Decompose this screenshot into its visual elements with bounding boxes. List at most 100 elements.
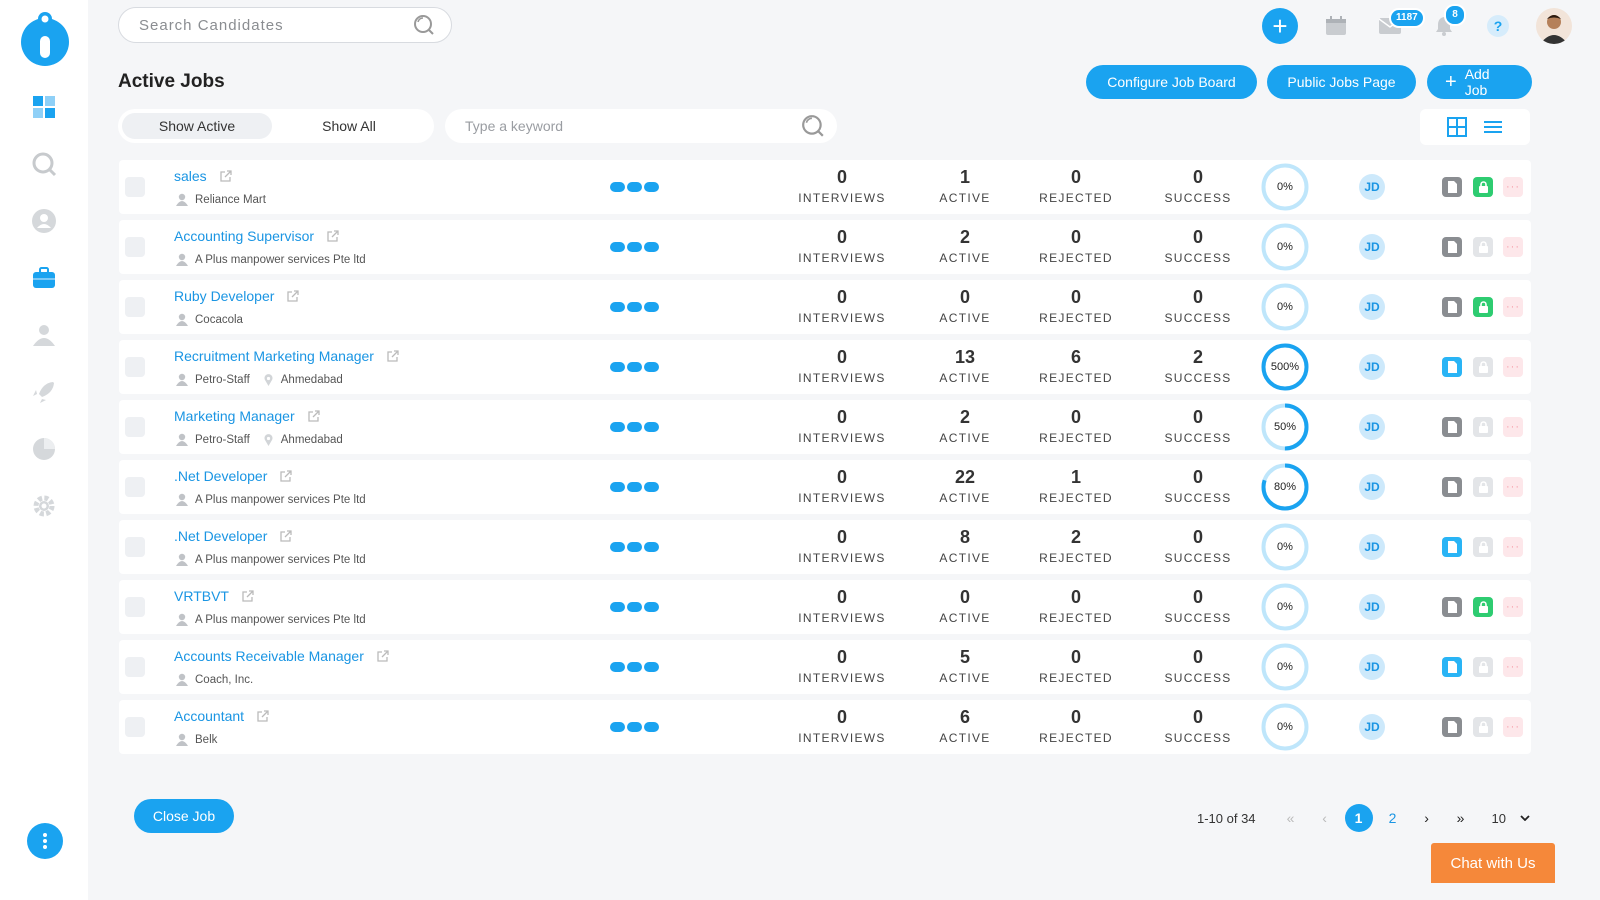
job-title-link[interactable]: Ruby Developer bbox=[174, 288, 300, 304]
page-1-button[interactable]: 1 bbox=[1344, 804, 1373, 832]
list-view-icon[interactable] bbox=[1483, 119, 1503, 135]
job-title-link[interactable]: sales bbox=[174, 168, 232, 184]
job-title[interactable]: Accounting Supervisor bbox=[174, 228, 314, 244]
last-page-button[interactable]: » bbox=[1447, 804, 1475, 832]
job-title[interactable]: sales bbox=[174, 168, 207, 184]
document-button[interactable] bbox=[1442, 537, 1462, 557]
external-link-icon[interactable] bbox=[219, 169, 232, 183]
document-button[interactable] bbox=[1442, 597, 1462, 617]
job-title[interactable]: .Net Developer bbox=[174, 528, 267, 544]
job-title[interactable]: Accountant bbox=[174, 708, 244, 724]
user-avatar[interactable] bbox=[1536, 8, 1572, 44]
pipeline-indicator[interactable] bbox=[610, 722, 659, 732]
keyword-search-input[interactable] bbox=[465, 118, 801, 134]
notification-bell-icon[interactable]: 8 bbox=[1428, 4, 1466, 42]
pipeline-indicator[interactable] bbox=[610, 542, 659, 552]
job-description-button[interactable]: JD bbox=[1359, 474, 1385, 500]
job-description-button[interactable]: JD bbox=[1359, 294, 1385, 320]
job-title-link[interactable]: VRTBVT bbox=[174, 588, 254, 604]
lock-button[interactable] bbox=[1473, 237, 1493, 257]
lock-button[interactable] bbox=[1473, 477, 1493, 497]
show-active-tab[interactable]: Show Active bbox=[122, 113, 272, 139]
lock-button[interactable] bbox=[1473, 537, 1493, 557]
lock-button[interactable] bbox=[1473, 177, 1493, 197]
settings-gear-icon[interactable] bbox=[30, 492, 58, 520]
external-link-icon[interactable] bbox=[307, 409, 320, 423]
row-more-button[interactable]: ··· bbox=[1503, 357, 1523, 377]
search-icon[interactable] bbox=[30, 150, 58, 178]
document-button[interactable] bbox=[1442, 297, 1462, 317]
prev-page-button[interactable]: ‹ bbox=[1311, 804, 1339, 832]
row-more-button[interactable]: ··· bbox=[1503, 177, 1523, 197]
document-button[interactable] bbox=[1442, 237, 1462, 257]
first-page-button[interactable]: « bbox=[1277, 804, 1305, 832]
pipeline-indicator[interactable] bbox=[610, 602, 659, 612]
pipeline-indicator[interactable] bbox=[610, 302, 659, 312]
job-description-button[interactable]: JD bbox=[1359, 174, 1385, 200]
job-description-button[interactable]: JD bbox=[1359, 654, 1385, 680]
document-button[interactable] bbox=[1442, 717, 1462, 737]
job-description-button[interactable]: JD bbox=[1359, 414, 1385, 440]
row-more-button[interactable]: ··· bbox=[1503, 477, 1523, 497]
pipeline-indicator[interactable] bbox=[610, 242, 659, 252]
row-checkbox[interactable] bbox=[125, 597, 145, 617]
pipeline-indicator[interactable] bbox=[610, 422, 659, 432]
document-button[interactable] bbox=[1442, 357, 1462, 377]
reports-pie-icon[interactable] bbox=[30, 435, 58, 463]
pipeline-indicator[interactable] bbox=[610, 482, 659, 492]
jobs-briefcase-icon[interactable] bbox=[30, 264, 58, 292]
job-title[interactable]: Recruitment Marketing Manager bbox=[174, 348, 374, 364]
job-description-button[interactable]: JD bbox=[1359, 594, 1385, 620]
external-link-icon[interactable] bbox=[376, 649, 389, 663]
users-icon[interactable] bbox=[30, 321, 58, 349]
row-checkbox[interactable] bbox=[125, 537, 145, 557]
quick-add-button[interactable]: + bbox=[1262, 8, 1298, 44]
job-title-link[interactable]: Accountant bbox=[174, 708, 269, 724]
page-size-select[interactable]: 10 bbox=[1492, 811, 1530, 826]
more-menu-button[interactable] bbox=[27, 823, 63, 859]
lock-button[interactable] bbox=[1473, 297, 1493, 317]
job-title[interactable]: Ruby Developer bbox=[174, 288, 274, 304]
row-more-button[interactable]: ··· bbox=[1503, 597, 1523, 617]
add-job-button[interactable]: + Add Job bbox=[1427, 65, 1532, 99]
row-more-button[interactable]: ··· bbox=[1503, 297, 1523, 317]
lock-button[interactable] bbox=[1473, 597, 1493, 617]
job-title[interactable]: VRTBVT bbox=[174, 588, 229, 604]
document-button[interactable] bbox=[1442, 417, 1462, 437]
row-checkbox[interactable] bbox=[125, 657, 145, 677]
document-button[interactable] bbox=[1442, 177, 1462, 197]
help-button[interactable]: ? bbox=[1482, 10, 1514, 42]
calendar-icon[interactable] bbox=[1320, 10, 1352, 42]
next-page-button[interactable]: › bbox=[1413, 804, 1441, 832]
candidate-search-input[interactable] bbox=[139, 16, 413, 34]
mail-icon[interactable]: 1187 bbox=[1374, 8, 1425, 42]
public-jobs-page-button[interactable]: Public Jobs Page bbox=[1267, 65, 1416, 99]
row-more-button[interactable]: ··· bbox=[1503, 717, 1523, 737]
close-job-button[interactable]: Close Job bbox=[134, 799, 234, 833]
external-link-icon[interactable] bbox=[279, 529, 293, 543]
rocket-icon[interactable] bbox=[30, 378, 58, 406]
job-description-button[interactable]: JD bbox=[1359, 534, 1385, 560]
lock-button[interactable] bbox=[1473, 417, 1493, 437]
job-title-link[interactable]: Accounting Supervisor bbox=[174, 228, 339, 244]
page-2-button[interactable]: 2 bbox=[1379, 804, 1407, 832]
job-title-link[interactable]: .Net Developer bbox=[174, 528, 293, 544]
external-link-icon[interactable] bbox=[241, 589, 254, 603]
document-button[interactable] bbox=[1442, 657, 1462, 677]
grid-view-icon[interactable] bbox=[1447, 117, 1467, 137]
row-more-button[interactable]: ··· bbox=[1503, 657, 1523, 677]
row-checkbox[interactable] bbox=[125, 477, 145, 497]
job-title[interactable]: Accounts Receivable Manager bbox=[174, 648, 364, 664]
job-title-link[interactable]: Accounts Receivable Manager bbox=[174, 648, 389, 664]
search-icon[interactable] bbox=[801, 114, 825, 138]
job-title-link[interactable]: Recruitment Marketing Manager bbox=[174, 348, 399, 364]
row-checkbox[interactable] bbox=[125, 237, 145, 257]
external-link-icon[interactable] bbox=[279, 469, 293, 483]
external-link-icon[interactable] bbox=[286, 289, 300, 303]
pipeline-indicator[interactable] bbox=[610, 182, 659, 192]
row-checkbox[interactable] bbox=[125, 417, 145, 437]
pipeline-indicator[interactable] bbox=[610, 362, 659, 372]
dashboard-icon[interactable] bbox=[30, 93, 58, 121]
lock-button[interactable] bbox=[1473, 717, 1493, 737]
row-checkbox[interactable] bbox=[125, 357, 145, 377]
